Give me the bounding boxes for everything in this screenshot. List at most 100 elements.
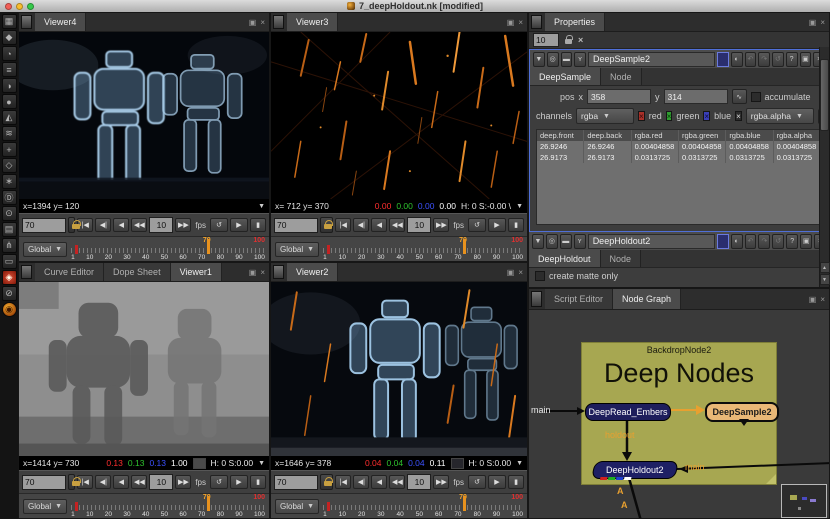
tab-curve-editor[interactable]: Curve Editor <box>35 263 105 281</box>
other-icon[interactable]: ▭ <box>1 254 17 269</box>
float-panel-icon[interactable]: ▣ <box>507 268 515 277</box>
deep-icon[interactable]: Ⓓ <box>1 190 17 205</box>
help-icon[interactable]: ? <box>785 51 798 67</box>
info-dropdown-icon[interactable]: ▼ <box>258 203 265 210</box>
create-matte-checkbox[interactable] <box>535 271 545 281</box>
playhead[interactable] <box>463 496 467 511</box>
viewer3-image[interactable] <box>271 32 527 199</box>
ocula-icon[interactable]: ⊘ <box>1 286 17 301</box>
close-panel-icon[interactable]: × <box>518 18 523 27</box>
play-button[interactable]: ▶ <box>230 475 248 489</box>
collapse-panel-icon[interactable]: ▼ <box>533 51 545 67</box>
prev-keyframe-button[interactable]: ◀| <box>95 475 112 489</box>
views-icon[interactable]: ⊙ <box>1 206 17 221</box>
merge-icon[interactable]: ≋ <box>1 126 17 141</box>
float-properties-icon[interactable]: ▣ <box>800 233 813 249</box>
table-row[interactable]: 26.9246 26.9246 0.00404858 0.00404858 0.0040… <box>537 141 821 152</box>
undo-icon[interactable]: ↶ <box>744 51 757 67</box>
float-panel-icon[interactable]: ▣ <box>809 18 817 27</box>
frame-range-dropdown[interactable]: Global ▼ <box>275 498 320 514</box>
skip-backward-button[interactable]: ◀◀ <box>131 218 148 232</box>
pos-x-field[interactable] <box>587 89 652 104</box>
blue-checkbox[interactable]: × <box>703 111 711 121</box>
close-panel-icon[interactable]: × <box>260 18 265 27</box>
pane-menu-icon[interactable] <box>21 15 32 29</box>
prev-keyframe-button[interactable]: ◀| <box>353 218 370 232</box>
float-properties-icon[interactable]: ▣ <box>799 51 812 67</box>
deepholdout2-node[interactable]: DeepHoldout2 <box>591 461 679 480</box>
scrollbar-thumb[interactable] <box>820 59 829 131</box>
close-panel-icon[interactable]: × <box>518 268 523 277</box>
tab-deepsample[interactable]: DeepSample <box>530 68 602 85</box>
loop-button[interactable]: ↺ <box>468 475 486 489</box>
lock-range-button[interactable] <box>68 474 82 490</box>
transform-icon[interactable]: + <box>1 142 17 157</box>
skip-forward-button[interactable]: ▶▶ <box>175 475 192 489</box>
skip-backward-button[interactable]: ◀◀ <box>131 475 148 489</box>
close-panel-icon[interactable]: × <box>820 295 825 304</box>
node-name-field[interactable] <box>587 233 715 249</box>
frame-increment-field[interactable] <box>407 474 432 490</box>
red-checkbox[interactable]: × <box>638 111 645 121</box>
play-backward-button[interactable]: ◀ <box>371 475 388 489</box>
bookmark-button[interactable]: ▮ <box>508 218 524 232</box>
viewer4-image[interactable] <box>19 32 269 199</box>
metadata-icon[interactable]: ▤ <box>1 222 17 237</box>
deepread-embers-node[interactable]: DeepRead_Embers <box>585 403 671 421</box>
toolsets-icon[interactable]: ⋔ <box>1 238 17 253</box>
loop-button[interactable]: ↺ <box>210 475 228 489</box>
image-icon[interactable]: ▦ <box>1 14 17 29</box>
play-backward-button[interactable]: ◀ <box>113 218 130 232</box>
float-panel-icon[interactable]: ▣ <box>507 18 515 27</box>
node-tree-icon[interactable]: ʏ <box>573 233 586 249</box>
node-tree-icon[interactable]: ʏ <box>574 51 586 67</box>
skip-forward-button[interactable]: ▶▶ <box>433 218 450 232</box>
viewer2-image[interactable] <box>271 282 527 456</box>
playhead[interactable] <box>206 496 210 511</box>
loop-button[interactable]: ↺ <box>468 218 486 232</box>
frame-range-dropdown[interactable]: Global ▼ <box>23 498 68 514</box>
lock-range-button[interactable] <box>68 217 82 233</box>
collapse-panel-icon[interactable]: ▼ <box>532 233 544 249</box>
close-panel-icon[interactable]: × <box>260 268 265 277</box>
pane-menu-icon[interactable] <box>531 291 542 307</box>
info-dropdown-icon[interactable]: ▼ <box>516 203 523 210</box>
play-backward-button[interactable]: ◀ <box>371 218 388 232</box>
alpha-checkbox[interactable]: × <box>735 111 742 121</box>
green-checkbox[interactable]: × <box>665 111 673 121</box>
info-dropdown-icon[interactable]: ▼ <box>258 460 265 467</box>
frame-range-dropdown[interactable]: Global ▼ <box>23 241 68 257</box>
skip-backward-button[interactable]: ◀◀ <box>389 218 406 232</box>
tab-node[interactable]: Node <box>600 250 642 267</box>
bookmark-button[interactable]: ▮ <box>508 475 524 489</box>
close-all-panels-icon[interactable]: × <box>578 35 583 45</box>
backdrop-resize-handle[interactable] <box>766 474 776 484</box>
current-frame-field[interactable] <box>274 217 318 233</box>
playhead[interactable] <box>463 239 467 254</box>
filter-icon[interactable]: ● <box>1 94 17 109</box>
float-panel-icon[interactable]: ▣ <box>249 18 257 27</box>
tab-dope-sheet[interactable]: Dope Sheet <box>104 263 171 281</box>
close-panel-icon[interactable]: × <box>820 18 825 27</box>
table-row[interactable]: 26.9173 26.9173 0.0313725 0.0313725 0.031372… <box>537 152 821 163</box>
redo-icon[interactable]: ↷ <box>758 51 770 67</box>
particles-icon[interactable]: ∗ <box>1 174 17 189</box>
accumulate-checkbox[interactable] <box>750 91 761 102</box>
node-name-field[interactable] <box>588 51 715 67</box>
float-panel-icon[interactable]: ▣ <box>809 295 817 304</box>
plugin-red-icon[interactable]: ◈ <box>1 270 17 285</box>
prev-keyframe-button[interactable]: ◀| <box>95 218 112 232</box>
timeline-ruler[interactable]: 70 100 1102030405060708090100 <box>323 494 523 518</box>
redo-icon[interactable]: ↷ <box>758 233 771 249</box>
node-graph-minimap[interactable] <box>781 484 827 518</box>
play-button[interactable]: ▶ <box>488 218 506 232</box>
revert-icon[interactable]: ↺ <box>772 233 785 249</box>
frame-increment-field[interactable] <box>149 217 174 233</box>
tab-viewer2[interactable]: Viewer2 <box>287 263 339 281</box>
node-color-chip[interactable] <box>717 51 729 67</box>
node-graph-canvas[interactable]: BackdropNode2 Deep Nodes main DeepRead_E… <box>529 310 829 518</box>
current-frame-field[interactable] <box>274 474 318 490</box>
pane-menu-icon[interactable] <box>21 265 32 279</box>
gl-color-icon[interactable]: ◐ <box>730 51 743 67</box>
skip-forward-button[interactable]: ▶▶ <box>433 475 450 489</box>
